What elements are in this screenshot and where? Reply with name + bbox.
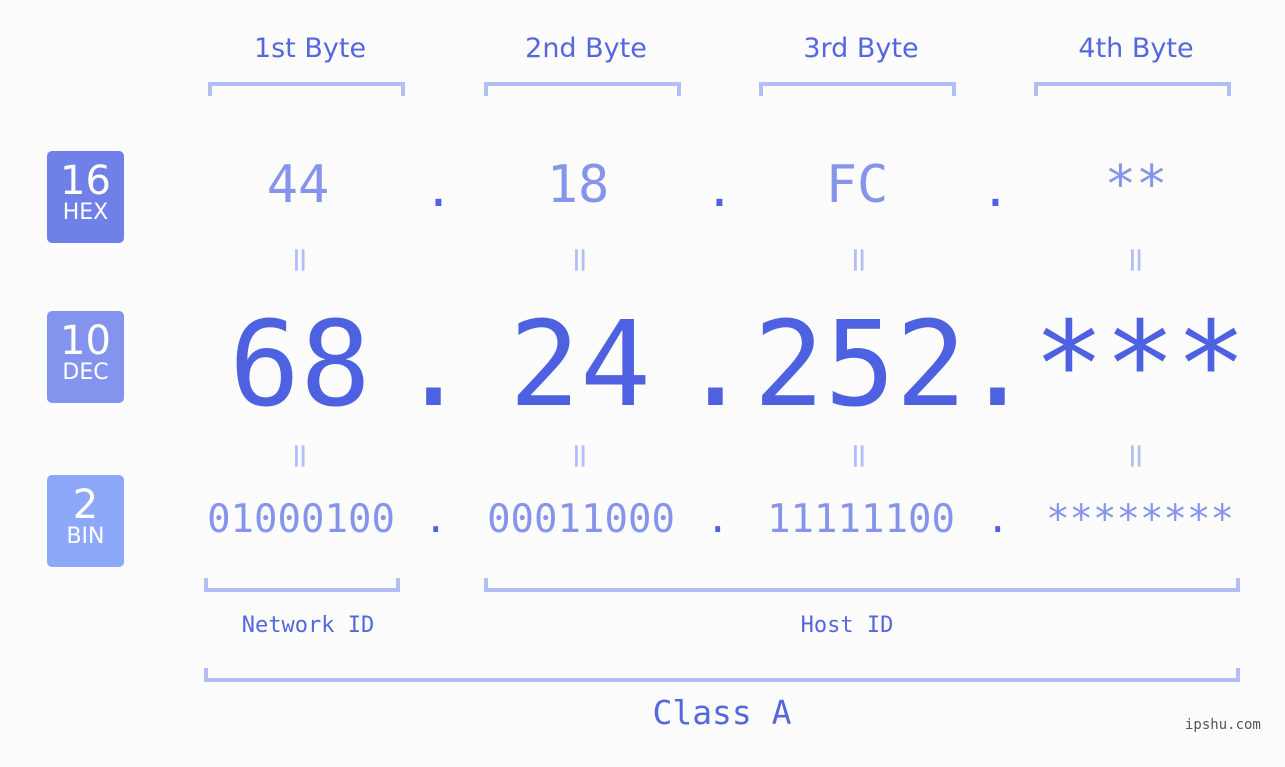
dec-byte-4: *** xyxy=(1033,295,1247,433)
hex-dot-1: . xyxy=(424,162,453,218)
equals-icon: = xyxy=(280,245,320,275)
hex-label: HEX xyxy=(62,200,109,225)
dec-byte-2: 24 xyxy=(508,295,652,433)
hex-byte-1: 44 xyxy=(266,155,330,215)
equals-icon: = xyxy=(839,441,879,471)
bin-base: 2 xyxy=(72,482,99,528)
hex-byte-4: ** xyxy=(1104,155,1168,215)
bin-badge: 2 BIN xyxy=(47,475,124,567)
byte-bracket-4 xyxy=(1034,82,1231,96)
hex-byte-2: 18 xyxy=(546,155,610,215)
hex-base: 16 xyxy=(60,158,111,204)
hex-badge: 16 HEX xyxy=(47,151,124,243)
host-id-label: Host ID xyxy=(800,613,894,638)
equals-icon: = xyxy=(1116,441,1156,471)
equals-icon: = xyxy=(280,441,320,471)
bin-label: BIN xyxy=(66,524,105,549)
dec-byte-3: 252 xyxy=(753,295,967,433)
hex-byte-3: FC xyxy=(825,155,889,215)
network-id-bracket xyxy=(204,578,400,592)
byte-header-1: 1st Byte xyxy=(253,33,367,64)
byte-bracket-2 xyxy=(484,82,681,96)
bin-byte-4: ******** xyxy=(1046,497,1234,542)
byte-header-4: 4th Byte xyxy=(1078,33,1194,64)
dec-dot-1: . xyxy=(398,295,470,433)
equals-icon: = xyxy=(560,245,600,275)
dec-base: 10 xyxy=(60,318,111,364)
hex-dot-3: . xyxy=(981,162,1010,218)
bin-dot-2: . xyxy=(706,497,730,542)
class-bracket xyxy=(204,668,1240,682)
hex-dot-2: . xyxy=(705,162,734,218)
host-id-bracket xyxy=(484,578,1240,592)
equals-icon: = xyxy=(839,245,879,275)
network-id-label: Network ID xyxy=(241,613,375,638)
equals-icon: = xyxy=(1116,245,1156,275)
bin-byte-3: 11111100 xyxy=(767,497,955,542)
dec-label: DEC xyxy=(62,360,109,385)
bin-dot-1: . xyxy=(424,497,448,542)
equals-icon: = xyxy=(560,441,600,471)
byte-bracket-3 xyxy=(759,82,956,96)
dec-dot-2: . xyxy=(680,295,752,433)
byte-header-2: 2nd Byte xyxy=(525,33,647,64)
bin-byte-2: 00011000 xyxy=(487,497,675,542)
dec-badge: 10 DEC xyxy=(47,311,124,403)
bin-byte-1: 01000100 xyxy=(207,497,395,542)
dec-dot-3: . xyxy=(962,295,1034,433)
bin-dot-3: . xyxy=(986,497,1010,542)
watermark: ipshu.com xyxy=(1185,717,1261,733)
byte-bracket-1 xyxy=(208,82,405,96)
byte-header-3: 3rd Byte xyxy=(803,33,919,64)
class-label: Class A xyxy=(652,693,792,732)
